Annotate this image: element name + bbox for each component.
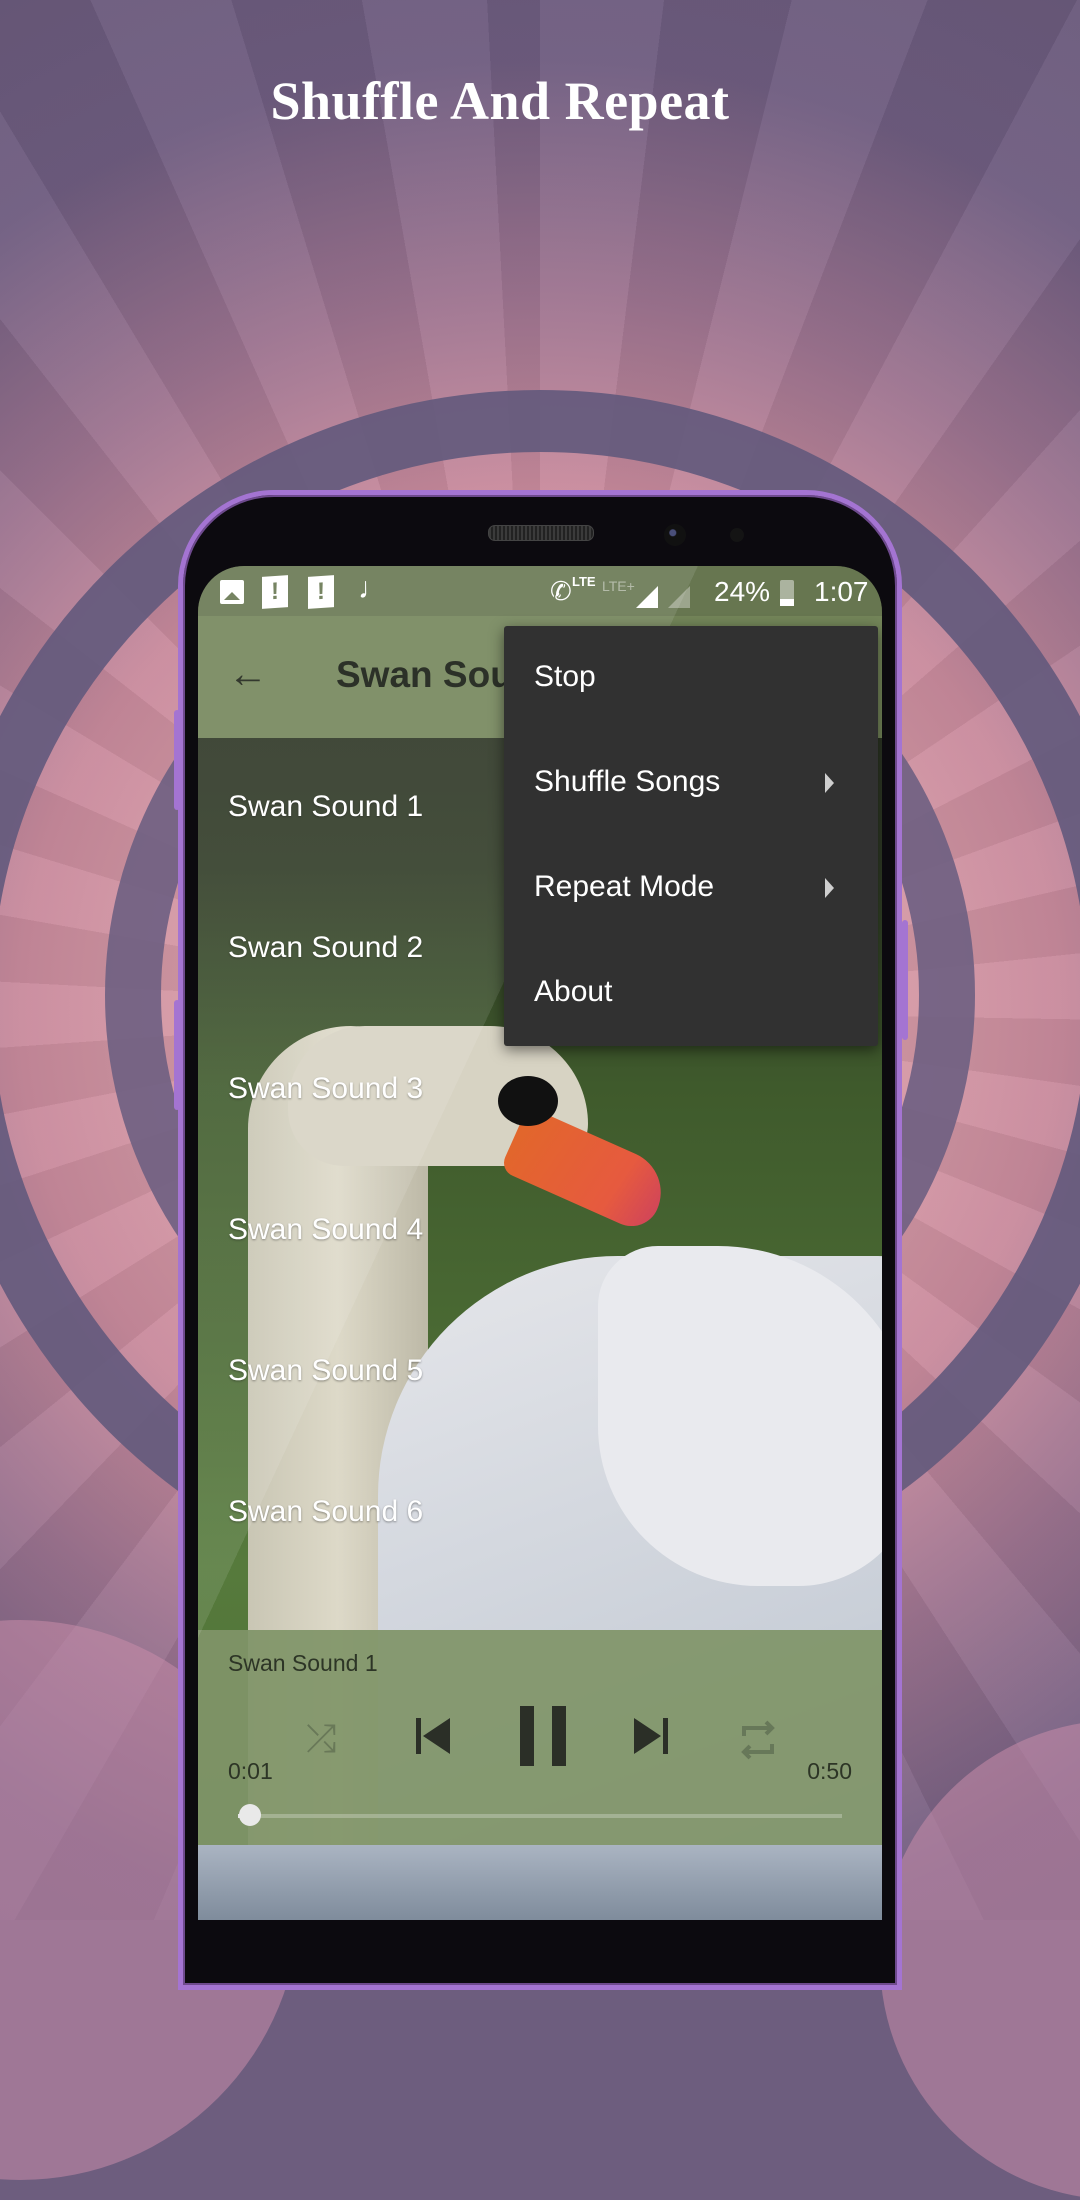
network-type-label: LTE+	[602, 578, 635, 594]
alert-icon: !	[262, 575, 288, 609]
submenu-arrow-icon	[825, 878, 834, 898]
submenu-arrow-icon	[825, 773, 834, 793]
status-bar: ! ! ♩ ✆ LTE LTE+ 24% 1:07	[198, 566, 882, 616]
menu-item-label: Shuffle Songs	[534, 765, 721, 798]
menu-item-shuffle-songs[interactable]: Shuffle Songs	[504, 731, 878, 836]
skip-previous-icon[interactable]	[412, 1714, 456, 1763]
phone-call-icon: ✆	[550, 576, 572, 606]
alert-icon: !	[308, 575, 334, 609]
song-label: Swan Sound 2	[228, 931, 424, 964]
song-label: Swan Sound 4	[228, 1213, 424, 1246]
phone-power-button	[902, 920, 908, 1040]
repeat-icon[interactable]	[736, 1716, 780, 1774]
volte-label: LTE	[572, 574, 596, 589]
song-list-item[interactable]: Swan Sound 4	[198, 1161, 882, 1302]
phone-screen: ! ! ♩ ✆ LTE LTE+ 24% 1:07 ← Swan Sounds …	[198, 566, 882, 1920]
menu-item-about[interactable]: About	[504, 941, 878, 1046]
front-camera-icon	[664, 524, 686, 546]
battery-percent: 24%	[714, 576, 771, 607]
pause-icon[interactable]	[518, 1704, 570, 1773]
signal-strength-secondary-icon	[668, 586, 690, 608]
seek-bar-thumb[interactable]	[239, 1804, 262, 1826]
phone-speaker-grille	[488, 525, 594, 541]
now-playing-title: Swan Sound 1	[228, 1650, 378, 1676]
song-label: Swan Sound 3	[228, 1072, 424, 1105]
music-note-icon: ♩	[358, 572, 388, 605]
shuffle-icon[interactable]: ⤮	[306, 1718, 336, 1761]
signal-strength-icon	[636, 586, 658, 608]
promo-title: Shuffle And Repeat	[270, 71, 730, 131]
song-list-item[interactable]: Swan Sound 6	[198, 1443, 882, 1584]
skip-next-icon[interactable]	[628, 1714, 672, 1763]
clock: 1:07	[814, 576, 869, 607]
song-label: Swan Sound 5	[228, 1354, 424, 1387]
menu-item-stop[interactable]: Stop	[504, 626, 878, 731]
arrow-left-icon[interactable]: ←	[228, 644, 268, 704]
proximity-sensor	[730, 528, 744, 542]
menu-item-repeat-mode[interactable]: Repeat Mode	[504, 836, 878, 941]
current-time: 0:01	[228, 1758, 273, 1784]
song-list-item[interactable]: Swan Sound 5	[198, 1302, 882, 1443]
menu-item-label: Stop	[534, 660, 596, 693]
photo-background-bottom	[198, 1845, 882, 1920]
battery-icon	[780, 580, 794, 606]
mini-player: Swan Sound 1 ⤮ 0:01 0:50	[198, 1630, 882, 1845]
overflow-menu: Stop Shuffle Songs Repeat Mode About	[504, 626, 878, 1046]
image-icon	[220, 580, 244, 604]
seek-bar[interactable]	[238, 1804, 842, 1826]
song-label: Swan Sound 6	[228, 1495, 424, 1528]
menu-item-label: Repeat Mode	[534, 870, 715, 903]
menu-item-label: About	[534, 975, 613, 1008]
total-time: 0:50	[807, 1758, 852, 1784]
song-label: Swan Sound 1	[228, 790, 424, 823]
